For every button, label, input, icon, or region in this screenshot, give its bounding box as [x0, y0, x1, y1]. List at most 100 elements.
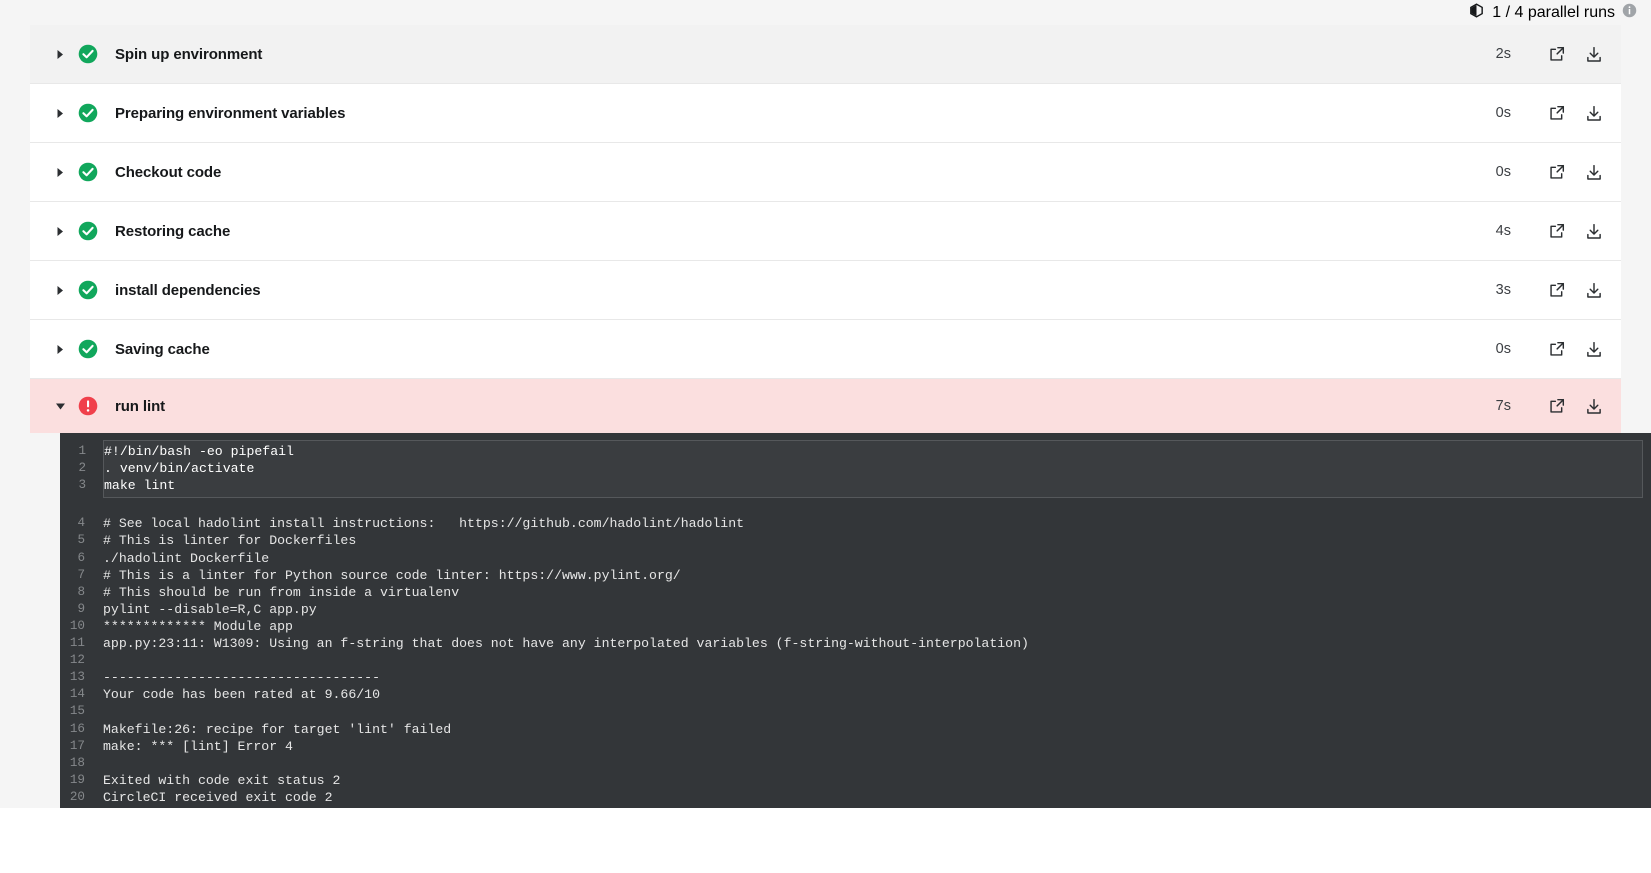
- terminal-line: 9 pylint --disable=R,C app.py: [60, 601, 1651, 618]
- step-row[interactable]: install dependencies 3s: [30, 261, 1621, 320]
- terminal-line: 1 #!/bin/bash -eo pipefail: [61, 443, 1642, 460]
- step-actions: 2s: [1481, 41, 1621, 67]
- terminal-line: 17 make: *** [lint] Error 4: [60, 738, 1651, 755]
- terminal-line-number: 14: [69, 687, 85, 702]
- terminal-line-number: 4: [77, 516, 85, 531]
- step-row[interactable]: Checkout code 0s: [30, 143, 1621, 202]
- caret-down-icon[interactable]: [52, 402, 68, 411]
- terminal-line-text: make: *** [lint] Error 4: [103, 738, 293, 754]
- download-icon[interactable]: [1581, 41, 1607, 67]
- external-link-icon[interactable]: [1544, 218, 1570, 244]
- terminal-line-text: # See local hadolint install instruction…: [103, 516, 745, 532]
- external-link-icon[interactable]: [1544, 159, 1570, 185]
- step-duration: 2s: [1495, 46, 1511, 62]
- terminal-line-number: 2: [78, 461, 86, 476]
- terminal-line-text: make lint: [104, 478, 176, 494]
- step-name: Preparing environment variables: [115, 104, 346, 122]
- step-row[interactable]: Preparing environment variables 0s: [30, 84, 1621, 143]
- step-actions: 3s: [1481, 277, 1621, 303]
- terminal-line-number: 17: [69, 738, 85, 753]
- step-duration: 0s: [1495, 164, 1511, 180]
- download-icon[interactable]: [1581, 100, 1607, 126]
- step-name: Spin up environment: [115, 45, 263, 63]
- terminal-line: 15: [60, 703, 1651, 720]
- terminal-line-number: 20: [69, 789, 85, 804]
- caret-right-icon[interactable]: [52, 285, 68, 296]
- terminal-line: 8 # This should be run from inside a virt…: [60, 584, 1651, 601]
- external-link-icon[interactable]: [1544, 41, 1570, 67]
- external-link-icon[interactable]: [1544, 393, 1570, 419]
- terminal-line-number: 6: [77, 550, 85, 565]
- terminal-line-text: #!/bin/bash -eo pipefail: [104, 444, 294, 459]
- check-circle-icon: [78, 162, 98, 182]
- step-actions: 4s: [1481, 218, 1621, 244]
- terminal-line: 13 -----------------------------------: [60, 669, 1651, 686]
- check-circle-icon: [78, 339, 98, 359]
- build-step-list-page: 1 / 4 parallel runs Spin up environment 2…: [0, 0, 1651, 873]
- check-circle-icon: [78, 221, 98, 241]
- terminal-line-text: pylint --disable=R,C app.py: [103, 601, 317, 617]
- download-icon[interactable]: [1581, 277, 1607, 303]
- terminal-line-number: 7: [77, 567, 85, 582]
- terminal-spacer: [60, 498, 1651, 515]
- step-row[interactable]: Spin up environment 2s: [30, 25, 1621, 84]
- step-name: run lint: [115, 397, 166, 415]
- step-row[interactable]: run lint 7s: [30, 379, 1621, 433]
- step-duration: 7s: [1495, 398, 1511, 414]
- step-row[interactable]: Saving cache 0s: [30, 320, 1621, 379]
- terminal-line-text: # This should be run from inside a virtu…: [103, 584, 460, 600]
- step-actions: 0s: [1481, 100, 1621, 126]
- caret-right-icon[interactable]: [52, 167, 68, 178]
- terminal-line-text: # This is a linter for Python source cod…: [103, 567, 681, 583]
- terminal-line-number: 3: [78, 478, 86, 493]
- external-link-icon[interactable]: [1544, 336, 1570, 362]
- step-duration: 0s: [1495, 341, 1511, 357]
- terminal-line-number: 10: [69, 618, 85, 633]
- terminal-line-text: Exited with code exit status 2: [103, 772, 341, 788]
- terminal-line-number: 8: [77, 584, 85, 599]
- step-name: Checkout code: [115, 163, 222, 181]
- terminal-line: 6 ./hadolint Dockerfile: [60, 550, 1651, 567]
- download-icon[interactable]: [1581, 159, 1607, 185]
- terminal-line: 4 # See local hadolint install instructio…: [60, 515, 1651, 532]
- caret-right-icon[interactable]: [52, 49, 68, 60]
- step-name: Saving cache: [115, 340, 210, 358]
- step-actions: 0s: [1481, 336, 1621, 362]
- step-output-terminal[interactable]: 1 #!/bin/bash -eo pipefail 2 . venv/bin/act…: [60, 433, 1651, 808]
- parallel-runs-bar: 1 / 4 parallel runs: [0, 0, 1651, 25]
- terminal-line: 16 Makefile:26: recipe for target 'lint' …: [60, 721, 1651, 738]
- terminal-line-number: 18: [69, 755, 85, 770]
- terminal-line-number: 13: [69, 670, 85, 685]
- info-icon[interactable]: [1622, 3, 1637, 23]
- terminal-line: 12: [60, 652, 1651, 669]
- terminal-line-number: 19: [69, 772, 85, 787]
- terminal-line-text: ./hadolint Dockerfile: [103, 550, 270, 566]
- download-icon[interactable]: [1581, 336, 1607, 362]
- terminal-line-number: 16: [69, 721, 85, 736]
- caret-right-icon[interactable]: [52, 344, 68, 355]
- terminal-command-block: 1 #!/bin/bash -eo pipefail 2 . venv/bin/act…: [78, 440, 1643, 499]
- check-circle-icon: [78, 103, 98, 123]
- check-circle-icon: [78, 280, 98, 300]
- terminal-line: 3 make lint: [61, 477, 1642, 494]
- download-icon[interactable]: [1581, 393, 1607, 419]
- steps-list: Spin up environment 2s Preparing environme…: [0, 25, 1651, 808]
- step-duration: 3s: [1495, 282, 1511, 298]
- caret-right-icon[interactable]: [52, 226, 68, 237]
- external-link-icon[interactable]: [1544, 100, 1570, 126]
- terminal-line-number: 11: [69, 636, 85, 651]
- terminal-line: 14 Your code has been rated at 9.66/10: [60, 686, 1651, 703]
- terminal-line: 10 ************* Module app: [60, 618, 1651, 635]
- download-icon[interactable]: [1581, 218, 1607, 244]
- step-duration: 4s: [1495, 223, 1511, 239]
- caret-right-icon[interactable]: [52, 108, 68, 119]
- terminal-line-text: -----------------------------------: [103, 670, 380, 686]
- terminal-line-number: 9: [77, 601, 85, 616]
- external-link-icon[interactable]: [1544, 277, 1570, 303]
- step-row[interactable]: Restoring cache 4s: [30, 202, 1621, 261]
- terminal-line-text: app.py:23:11: W1309: Using an f-string t…: [103, 636, 1029, 652]
- parallel-runs-label: 1 / 4 parallel runs: [1492, 3, 1615, 21]
- terminal-line: 7 # This is a linter for Python source co…: [60, 567, 1651, 584]
- terminal-line: 2 . venv/bin/activate: [61, 460, 1642, 477]
- terminal-line-text: ************* Module app: [103, 618, 293, 634]
